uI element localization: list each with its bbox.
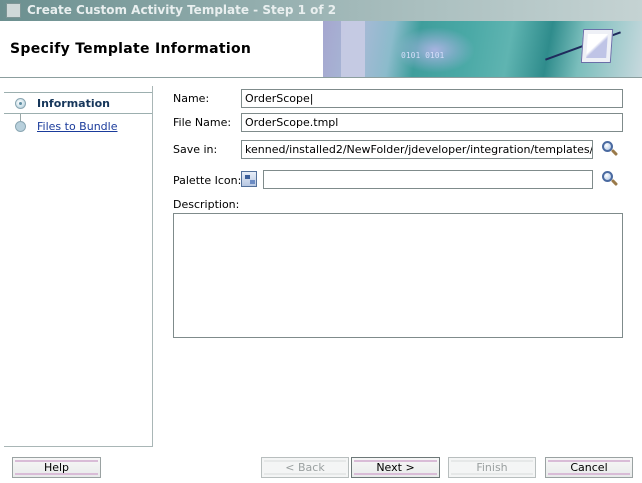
description-textarea[interactable] xyxy=(173,213,623,338)
banner-binary-text: 0101 0101 xyxy=(401,51,445,60)
nav-item-label: Files to Bundle xyxy=(37,120,118,133)
finish-button[interactable]: Finish xyxy=(448,457,536,478)
palette-icon-input[interactable] xyxy=(263,170,593,189)
name-input[interactable]: OrderScope xyxy=(241,89,623,108)
browse-save-in-search-icon[interactable] xyxy=(601,140,619,158)
file-name-label: File Name: xyxy=(173,116,232,129)
step-icon xyxy=(15,121,26,132)
palette-preview-icon xyxy=(241,171,257,187)
file-name-input[interactable]: OrderScope.tmpl xyxy=(241,113,623,132)
description-label: Description: xyxy=(173,198,240,211)
header-divider xyxy=(0,77,642,78)
window-app-icon xyxy=(6,3,21,18)
wizard-header: Specify Template Information 0101 0101 xyxy=(0,21,642,77)
window-title: Create Custom Activity Template - Step 1… xyxy=(27,3,337,17)
name-label: Name: xyxy=(173,92,210,105)
window-title-bar[interactable]: Create Custom Activity Template - Step 1… xyxy=(0,0,642,21)
next-button[interactable]: Next > xyxy=(351,457,440,478)
current-step-icon xyxy=(15,98,26,109)
wizard-step-nav: Information Files to Bundle xyxy=(4,86,153,447)
back-button[interactable]: < Back xyxy=(261,457,349,478)
wizard-logo-icon xyxy=(580,29,614,63)
page-title: Specify Template Information xyxy=(10,41,252,57)
save-in-input[interactable]: kenned/installed2/NewFolder/jdeveloper/i… xyxy=(241,140,593,159)
nav-item-label: Information xyxy=(37,97,110,110)
header-banner-image: 0101 0101 xyxy=(323,21,642,77)
browse-palette-icon-search-icon[interactable] xyxy=(601,170,619,188)
save-in-label: Save in: xyxy=(173,143,218,156)
help-button[interactable]: Help xyxy=(12,457,101,478)
nav-item-information[interactable]: Information xyxy=(4,92,152,114)
palette-icon-label: Palette Icon: xyxy=(173,174,242,187)
cancel-button[interactable]: Cancel xyxy=(545,457,633,478)
nav-item-files-to-bundle[interactable]: Files to Bundle xyxy=(4,116,152,138)
